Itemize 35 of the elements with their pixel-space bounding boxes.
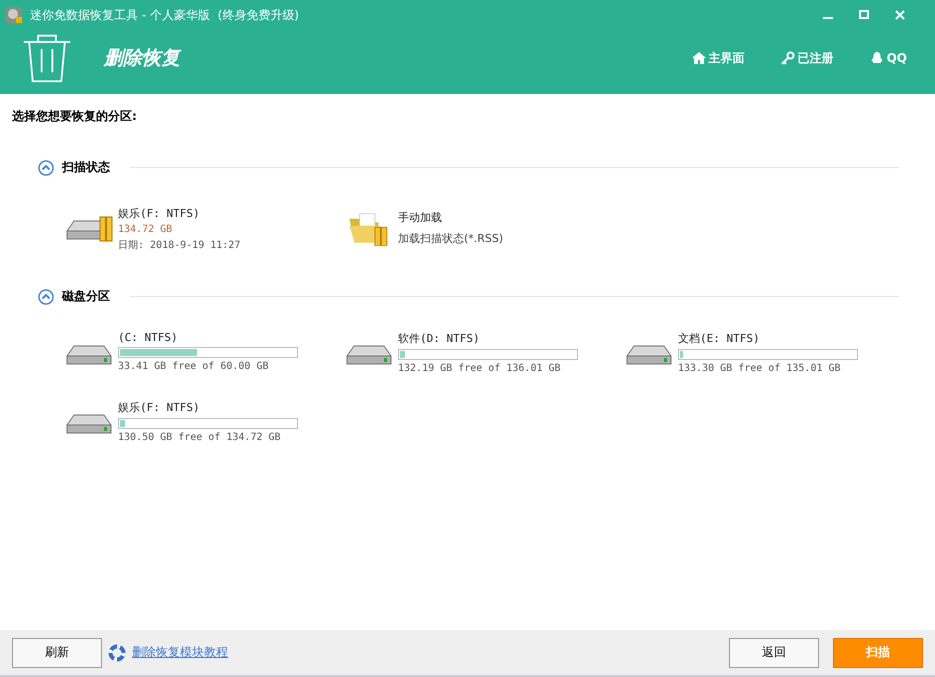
trash-icon xyxy=(22,32,72,84)
app-icon xyxy=(4,5,24,25)
scan-date: 日期: 2018-9-19 11:27 xyxy=(118,238,240,252)
lifebuoy-icon xyxy=(108,644,126,662)
group-title: 扫描状态 xyxy=(62,159,110,176)
section-title: 删除恢复 xyxy=(104,46,180,71)
refresh-button[interactable]: 刷新 xyxy=(12,638,102,668)
close-icon[interactable] xyxy=(895,10,905,20)
penguin-icon xyxy=(870,51,884,65)
partition-name: 软件(D: NTFS) xyxy=(398,331,481,346)
free-space: 130.50 GB free of 134.72 GB xyxy=(118,432,282,443)
group-title: 磁盘分区 xyxy=(62,288,110,305)
maximize-icon[interactable] xyxy=(859,10,869,20)
prompt-text: 选择您想要恢复的分区: xyxy=(12,108,138,125)
free-space: 133.30 GB free of 135.01 GB xyxy=(678,363,842,374)
partition-name: 文档(E: NTFS) xyxy=(678,331,761,346)
nav-link[interactable]: 已注册 xyxy=(780,50,834,66)
collapse-icon[interactable] xyxy=(38,160,54,176)
nav-link[interactable]: 主界面 xyxy=(692,50,745,66)
load-title: 手动加载 xyxy=(398,210,443,225)
partition-name: 娱乐(F: NTFS) xyxy=(118,400,201,415)
home-icon xyxy=(692,51,706,65)
free-space: 33.41 GB free of 60.00 GB xyxy=(118,361,270,372)
load-detail: 加载扫描状态(*.RSS) xyxy=(398,231,504,246)
scan-button[interactable]: 扫描 xyxy=(833,638,923,668)
partition-name: (C: NTFS) xyxy=(118,331,179,344)
back-button[interactable]: 返回 xyxy=(729,638,819,668)
key-icon xyxy=(780,51,795,65)
drive-size: 134.72 GB xyxy=(118,224,174,235)
window-title: 迷你免数据恢复工具 - 个人豪华版 (终身免费升级) xyxy=(30,6,299,24)
collapse-icon[interactable] xyxy=(38,288,54,304)
drive-name: 娱乐(F: NTFS) xyxy=(118,206,201,221)
free-space: 132.19 GB free of 136.01 GB xyxy=(398,363,562,374)
tutorial-link[interactable]: 删除恢复模块教程 xyxy=(132,644,228,661)
nav-link[interactable]: QQ xyxy=(870,50,907,66)
